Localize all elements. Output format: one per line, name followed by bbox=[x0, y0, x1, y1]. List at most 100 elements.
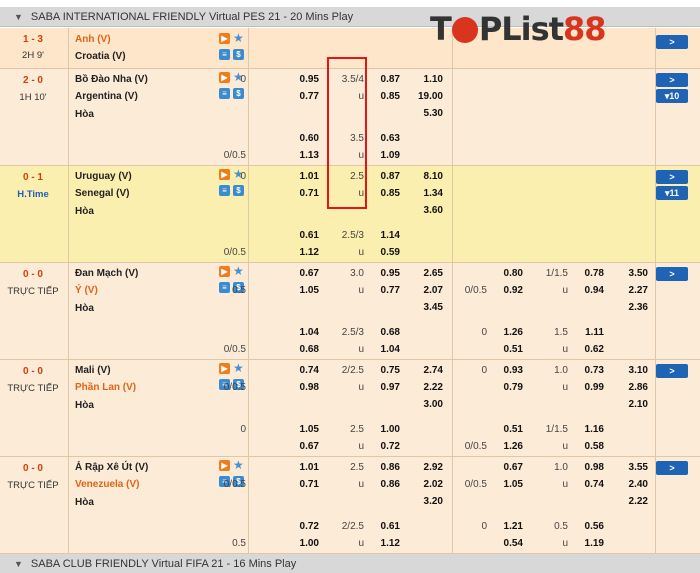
odds-value[interactable]: 0.79 bbox=[504, 382, 523, 393]
odds-value[interactable]: 0.54 bbox=[504, 538, 523, 549]
odds-value[interactable]: 0.99 bbox=[585, 382, 604, 393]
odds-value[interactable]: 1.05 bbox=[300, 424, 319, 435]
odds-value[interactable]: 3.55 bbox=[629, 462, 648, 473]
away-team[interactable]: Phần Lan (V) bbox=[75, 382, 136, 393]
odds-value[interactable]: 0.60 bbox=[300, 133, 319, 144]
collapse-icon[interactable]: ▼ bbox=[14, 559, 23, 569]
odds-value[interactable]: 1.11 bbox=[585, 327, 604, 338]
odds-value[interactable]: 2.22 bbox=[629, 496, 648, 507]
odds-value[interactable]: 0.68 bbox=[300, 344, 319, 355]
odds-value[interactable]: 0.72 bbox=[300, 521, 319, 532]
league-header-2[interactable]: ▼ SABA CLUB FRIENDLY Virtual FIFA 21 - 1… bbox=[0, 554, 700, 573]
odds-value[interactable]: 1.14 bbox=[381, 230, 400, 241]
odds-value[interactable]: 1.01 bbox=[300, 462, 319, 473]
odds-value[interactable]: 1.09 bbox=[381, 150, 400, 161]
odds-value[interactable]: 0.85 bbox=[381, 91, 400, 102]
dollar-icon[interactable]: $ bbox=[233, 88, 244, 99]
odds-value[interactable]: 0.68 bbox=[381, 327, 400, 338]
live-tv-icon[interactable]: ▶ bbox=[219, 33, 230, 44]
away-team[interactable]: Argentina (V) bbox=[75, 91, 138, 102]
odds-value[interactable]: 0.51 bbox=[504, 424, 523, 435]
odds-value[interactable]: 0.67 bbox=[504, 462, 523, 473]
odds-value[interactable]: 1.05 bbox=[300, 285, 319, 296]
odds-value[interactable]: 8.10 bbox=[424, 171, 443, 182]
expand-markets-button[interactable]: ▾11 bbox=[656, 186, 688, 200]
odds-value[interactable]: 1.04 bbox=[300, 327, 319, 338]
away-team[interactable]: Venezuela (V) bbox=[75, 479, 139, 490]
stats-icon[interactable]: ≡ bbox=[219, 185, 230, 196]
odds-value[interactable]: 1.21 bbox=[504, 521, 523, 532]
odds-value[interactable]: 3.60 bbox=[424, 205, 443, 216]
live-tv-icon[interactable]: ▶ bbox=[219, 266, 230, 277]
live-tv-icon[interactable]: ▶ bbox=[219, 363, 230, 374]
odds-value[interactable]: 0.86 bbox=[381, 462, 400, 473]
more-bets-button[interactable]: > bbox=[656, 364, 688, 378]
odds-value[interactable]: 0.87 bbox=[381, 171, 400, 182]
home-team[interactable]: Đan Mạch (V) bbox=[75, 268, 138, 279]
odds-value[interactable]: 1.16 bbox=[585, 424, 604, 435]
odds-value[interactable]: 0.62 bbox=[585, 344, 604, 355]
odds-value[interactable]: 1.05 bbox=[504, 479, 523, 490]
odds-value[interactable]: 1.04 bbox=[381, 344, 400, 355]
odds-value[interactable]: 0.86 bbox=[381, 479, 400, 490]
stats-icon[interactable]: ≡ bbox=[219, 88, 230, 99]
odds-value[interactable]: 0.80 bbox=[504, 268, 523, 279]
odds-value[interactable]: 3.20 bbox=[424, 496, 443, 507]
odds-value[interactable]: 0.71 bbox=[300, 188, 319, 199]
stats-icon[interactable]: ≡ bbox=[219, 49, 230, 60]
odds-value[interactable]: 3.10 bbox=[629, 365, 648, 376]
home-team[interactable]: Mali (V) bbox=[75, 365, 111, 376]
odds-value[interactable]: 2.92 bbox=[424, 462, 443, 473]
odds-value[interactable]: 0.98 bbox=[585, 462, 604, 473]
odds-value[interactable]: 3.45 bbox=[424, 302, 443, 313]
live-tv-icon[interactable]: ▶ bbox=[219, 169, 230, 180]
live-tv-icon[interactable]: ▶ bbox=[219, 72, 230, 83]
home-team[interactable]: Bồ Đào Nha (V) bbox=[75, 74, 148, 85]
odds-value[interactable]: 2.07 bbox=[424, 285, 443, 296]
more-bets-button[interactable]: > bbox=[656, 73, 688, 87]
odds-value[interactable]: 1.19 bbox=[585, 538, 604, 549]
more-bets-button[interactable]: > bbox=[656, 461, 688, 475]
favorite-star-icon[interactable]: ★ bbox=[233, 265, 244, 277]
odds-value[interactable]: 1.34 bbox=[424, 188, 443, 199]
odds-value[interactable]: 1.00 bbox=[381, 424, 400, 435]
odds-value[interactable]: 0.97 bbox=[381, 382, 400, 393]
away-team[interactable]: Senegal (V) bbox=[75, 188, 129, 199]
odds-value[interactable]: 0.67 bbox=[300, 441, 319, 452]
odds-value[interactable]: 2.36 bbox=[629, 302, 648, 313]
odds-value[interactable]: 0.77 bbox=[300, 91, 319, 102]
stats-icon[interactable]: ≡ bbox=[219, 282, 230, 293]
odds-value[interactable]: 2.27 bbox=[629, 285, 648, 296]
odds-value[interactable]: 2.10 bbox=[629, 399, 648, 410]
more-bets-button[interactable]: > bbox=[656, 267, 688, 281]
odds-value[interactable]: 1.00 bbox=[300, 538, 319, 549]
odds-value[interactable]: 0.56 bbox=[585, 521, 604, 532]
more-bets-button[interactable]: > bbox=[656, 35, 688, 49]
expand-markets-button[interactable]: ▾10 bbox=[656, 89, 688, 103]
live-tv-icon[interactable]: ▶ bbox=[219, 460, 230, 471]
odds-value[interactable]: 0.74 bbox=[585, 479, 604, 490]
favorite-star-icon[interactable]: ★ bbox=[233, 32, 244, 44]
odds-value[interactable]: 3.00 bbox=[424, 399, 443, 410]
away-team[interactable]: Croatia (V) bbox=[75, 51, 126, 62]
odds-value[interactable]: 0.85 bbox=[381, 188, 400, 199]
collapse-icon[interactable]: ▼ bbox=[14, 12, 23, 22]
odds-value[interactable]: 0.67 bbox=[300, 268, 319, 279]
odds-value[interactable]: 0.94 bbox=[585, 285, 604, 296]
odds-value[interactable]: 2.74 bbox=[424, 365, 443, 376]
odds-value[interactable]: 2.40 bbox=[629, 479, 648, 490]
odds-value[interactable]: 0.92 bbox=[504, 285, 523, 296]
odds-value[interactable]: 1.12 bbox=[300, 247, 319, 258]
odds-value[interactable]: 0.58 bbox=[585, 441, 604, 452]
odds-value[interactable]: 0.93 bbox=[504, 365, 523, 376]
home-team[interactable]: Uruguay (V) bbox=[75, 171, 132, 182]
odds-value[interactable]: 0.95 bbox=[300, 74, 319, 85]
favorite-star-icon[interactable]: ★ bbox=[233, 459, 244, 471]
odds-value[interactable]: 0.51 bbox=[504, 344, 523, 355]
odds-value[interactable]: 1.13 bbox=[300, 150, 319, 161]
more-bets-button[interactable]: > bbox=[656, 170, 688, 184]
odds-value[interactable]: 0.78 bbox=[585, 268, 604, 279]
odds-value[interactable]: 19.00 bbox=[418, 91, 443, 102]
odds-value[interactable]: 0.73 bbox=[585, 365, 604, 376]
odds-value[interactable]: 1.01 bbox=[300, 171, 319, 182]
